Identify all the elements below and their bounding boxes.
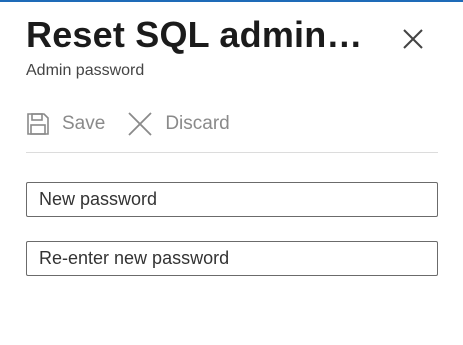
command-toolbar: Save Discard xyxy=(26,108,438,153)
close-button[interactable] xyxy=(398,24,428,54)
save-icon xyxy=(26,112,50,136)
discard-icon xyxy=(127,111,153,137)
confirm-password-field[interactable] xyxy=(26,241,438,276)
close-icon xyxy=(403,29,423,49)
discard-button[interactable]: Discard xyxy=(127,108,230,140)
panel-subtitle: Admin password xyxy=(26,62,145,79)
reset-password-panel: Reset SQL admin p... Admin password Save xyxy=(0,0,463,345)
accent-line xyxy=(0,0,463,2)
panel-title: Reset SQL admin p... xyxy=(26,14,371,55)
discard-label: Discard xyxy=(165,113,230,134)
save-button[interactable]: Save xyxy=(26,108,105,140)
new-password-field[interactable] xyxy=(26,182,438,217)
save-label: Save xyxy=(62,113,106,134)
